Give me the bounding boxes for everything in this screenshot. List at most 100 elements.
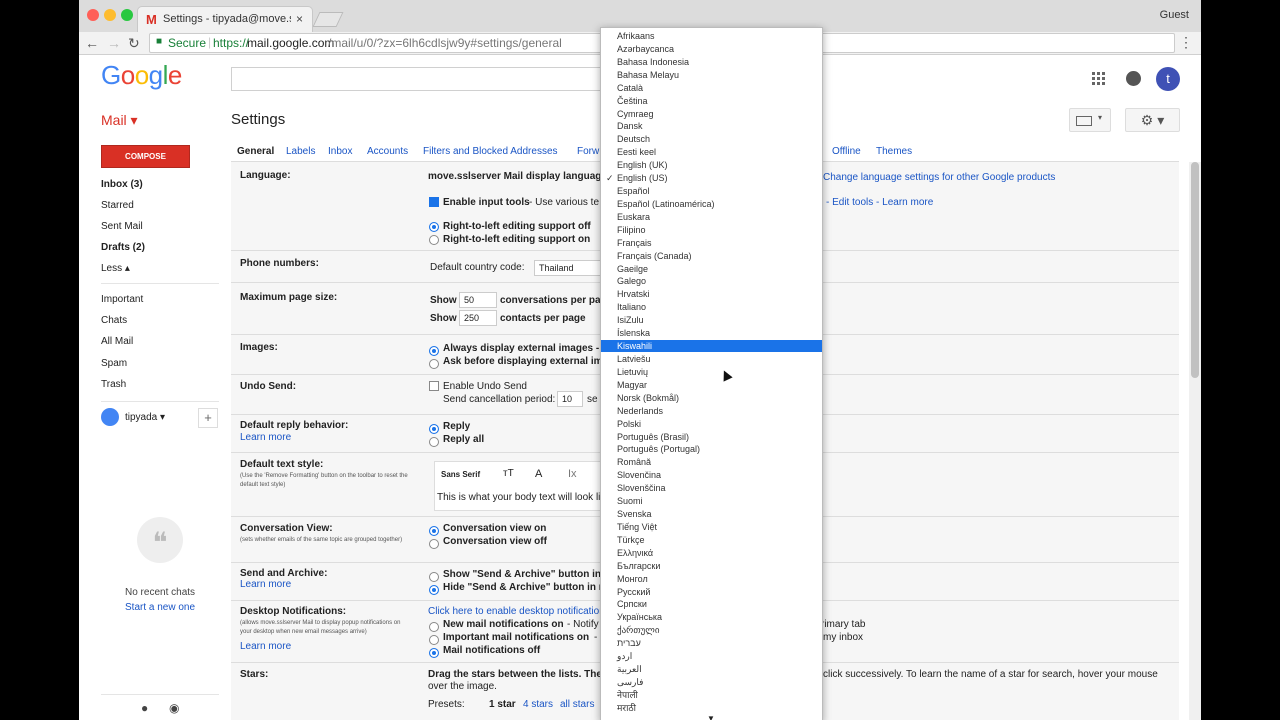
hangouts-icon[interactable]: ◉: [169, 701, 179, 715]
rtl-on-radio[interactable]: [429, 235, 439, 245]
send-archive-hide-radio[interactable]: [429, 585, 439, 595]
apps-grid-icon[interactable]: [1092, 72, 1106, 86]
language-option[interactable]: Lietuvių: [601, 366, 822, 378]
language-option[interactable]: Suomi: [601, 495, 822, 507]
language-option[interactable]: Српски: [601, 598, 822, 610]
language-option[interactable]: Latviešu: [601, 353, 822, 365]
maximize-window-icon[interactable]: [121, 9, 133, 21]
nav-item[interactable]: Drafts (2): [101, 242, 145, 253]
start-chat-link[interactable]: Start a new one: [125, 602, 195, 613]
language-option[interactable]: Українська: [601, 611, 822, 623]
language-option[interactable]: Español (Latinoamérica): [601, 198, 822, 210]
close-window-icon[interactable]: [87, 9, 99, 21]
input-tools-checkbox[interactable]: [429, 197, 439, 207]
settings-tab[interactable]: Forw: [577, 146, 599, 157]
settings-gear-button[interactable]: ⚙ ▾: [1125, 108, 1180, 132]
browser-menu-icon[interactable]: ⋮: [1179, 34, 1193, 51]
new-mail-notifications-radio[interactable]: [429, 622, 439, 632]
language-option[interactable]: Tiếng Việt: [601, 521, 822, 533]
images-always-radio[interactable]: [429, 346, 439, 356]
images-ask-radio[interactable]: [429, 359, 439, 369]
contacts-per-page-select[interactable]: 250: [459, 310, 497, 326]
undo-period-select[interactable]: 10: [557, 391, 583, 407]
language-option[interactable]: Português (Brasil): [601, 431, 822, 443]
notifications-icon[interactable]: [1126, 71, 1141, 86]
font-family-select[interactable]: Sans Serif: [441, 470, 480, 479]
language-option[interactable]: Nederlands: [601, 405, 822, 417]
nav-item[interactable]: Important: [101, 294, 143, 305]
user-avatar[interactable]: [101, 408, 119, 426]
language-option[interactable]: नेपाली: [601, 689, 822, 701]
page-scrollbar[interactable]: [1189, 162, 1201, 720]
back-icon[interactable]: ←: [85, 35, 99, 51]
language-option[interactable]: Bahasa Melayu: [601, 69, 822, 81]
font-size-icon[interactable]: тT: [503, 468, 514, 479]
language-option[interactable]: Filipino: [601, 224, 822, 236]
person-icon[interactable]: ●: [141, 701, 148, 715]
language-option[interactable]: Français: [601, 237, 822, 249]
conversation-off-radio[interactable]: [429, 539, 439, 549]
language-option[interactable]: Kiswahili: [601, 340, 822, 353]
language-option[interactable]: Hrvatski: [601, 288, 822, 300]
learn-more-link[interactable]: Learn more: [240, 432, 291, 443]
language-option[interactable]: Català: [601, 82, 822, 94]
language-option[interactable]: Eesti keel: [601, 146, 822, 158]
language-option[interactable]: Azərbaycanca: [601, 43, 822, 55]
reload-icon[interactable]: ↻: [128, 35, 140, 52]
mail-switcher-button[interactable]: Mail ▾: [101, 112, 138, 129]
browser-tab[interactable]: M Settings - tipyada@move.ssls ×: [137, 6, 313, 33]
language-option[interactable]: Deutsch: [601, 133, 822, 145]
guest-profile[interactable]: Guest: [1160, 9, 1189, 21]
language-option[interactable]: Magyar: [601, 379, 822, 391]
preset-four-stars[interactable]: 4 stars: [523, 699, 553, 710]
new-tab-button[interactable]: [312, 12, 344, 27]
conversation-on-radio[interactable]: [429, 526, 439, 536]
compose-button[interactable]: COMPOSE: [101, 145, 190, 168]
language-option[interactable]: Afrikaans: [601, 30, 822, 42]
language-option[interactable]: मराठी: [601, 702, 822, 714]
language-option[interactable]: العربية: [601, 663, 822, 675]
language-option[interactable]: Euskara: [601, 211, 822, 223]
nav-item[interactable]: Chats: [101, 315, 127, 326]
language-option[interactable]: فارسی: [601, 676, 822, 688]
language-option[interactable]: Română: [601, 456, 822, 468]
notifications-off-radio[interactable]: [429, 648, 439, 658]
important-notifications-radio[interactable]: [429, 635, 439, 645]
nav-item[interactable]: Trash: [101, 379, 126, 390]
text-color-icon[interactable]: A: [535, 468, 542, 480]
language-option[interactable]: Türkçe: [601, 534, 822, 546]
country-select[interactable]: Thailand: [534, 260, 610, 276]
language-option[interactable]: ✓ English (US): [601, 172, 822, 184]
remove-formatting-icon[interactable]: Ix: [568, 468, 577, 480]
language-option[interactable]: English (UK): [601, 159, 822, 171]
rtl-off-radio[interactable]: [429, 222, 439, 232]
language-option[interactable]: Galego: [601, 275, 822, 287]
learn-more-link[interactable]: Learn more: [240, 579, 291, 590]
language-option[interactable]: IsiZulu: [601, 314, 822, 326]
nav-item[interactable]: Starred: [101, 200, 134, 211]
language-option[interactable]: Español: [601, 185, 822, 197]
language-option[interactable]: Norsk (Bokmål): [601, 392, 822, 404]
settings-tab[interactable]: Accounts: [367, 146, 408, 157]
language-option[interactable]: Polski: [601, 418, 822, 430]
reply-radio[interactable]: [429, 424, 439, 434]
language-option[interactable]: Ελληνικά: [601, 547, 822, 559]
language-option[interactable]: Íslenska: [601, 327, 822, 339]
language-option[interactable]: Bahasa Indonesia: [601, 56, 822, 68]
minimize-window-icon[interactable]: [104, 9, 116, 21]
language-option[interactable]: Slovenščina: [601, 482, 822, 494]
nav-item[interactable]: Sent Mail: [101, 221, 143, 232]
language-option[interactable]: Português (Portugal): [601, 443, 822, 455]
settings-tab[interactable]: Themes: [876, 146, 912, 157]
language-option[interactable]: Slovenčina: [601, 469, 822, 481]
settings-tab[interactable]: Filters and Blocked Addresses: [423, 146, 558, 157]
settings-tab[interactable]: Offline: [832, 146, 861, 157]
preset-one-star[interactable]: 1 star: [489, 699, 516, 710]
text-style-editor[interactable]: Sans Serif тT A Ix This is what your bod…: [434, 461, 616, 511]
scrollbar-thumb[interactable]: [1191, 162, 1199, 378]
nav-item[interactable]: All Mail: [101, 336, 133, 347]
send-archive-show-radio[interactable]: [429, 572, 439, 582]
change-language-link[interactable]: Change language settings for other Googl…: [823, 172, 1055, 183]
language-option[interactable]: اردو: [601, 650, 822, 662]
tab-close-icon[interactable]: ×: [296, 12, 303, 26]
